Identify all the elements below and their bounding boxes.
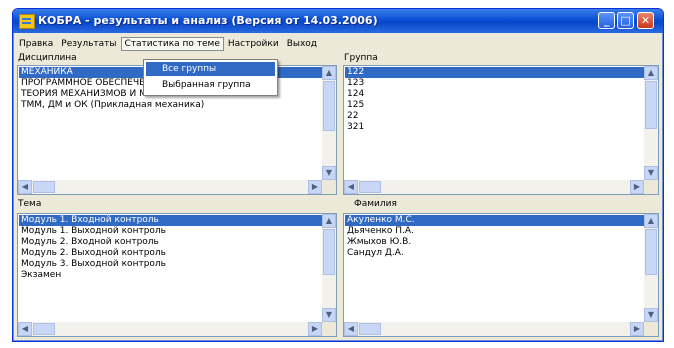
scroll-left-icon[interactable]: ◀ bbox=[344, 180, 358, 194]
list-item[interactable]: 321 bbox=[345, 122, 644, 133]
list-item[interactable]: ТММ, ДМ и ОК (Прикладная механика) bbox=[19, 100, 322, 111]
list-item[interactable]: Модуль 3. Выходной контроль bbox=[19, 259, 322, 270]
list-item[interactable]: 124 bbox=[345, 89, 644, 100]
group-list[interactable]: 122 123 124 125 22 321 ▲ ▼ ◀ ▶ bbox=[343, 65, 659, 195]
scroll-left-icon[interactable]: ◀ bbox=[18, 322, 32, 336]
list-item[interactable]: Модуль 2. Входной контроль bbox=[19, 237, 322, 248]
surname-list[interactable]: Акуленко М.С. Дьяченко П.А. Жмыхов Ю.В. Сан… bbox=[343, 213, 659, 337]
minimize-button[interactable]: _ bbox=[598, 12, 615, 29]
minimize-icon: _ bbox=[603, 14, 610, 27]
scroll-down-icon[interactable]: ▼ bbox=[644, 308, 658, 322]
scroll-corner bbox=[322, 180, 336, 194]
title-bar[interactable]: КОБРА - результаты и анализ (Версия от 1… bbox=[13, 9, 663, 33]
horizontal-scrollbar[interactable]: ◀ ▶ bbox=[344, 322, 644, 336]
scroll-thumb[interactable] bbox=[33, 181, 55, 193]
list-item[interactable]: 22 bbox=[345, 111, 644, 122]
window-title: КОБРА - результаты и анализ (Версия от 1… bbox=[38, 14, 378, 27]
list-item[interactable]: 122 bbox=[345, 67, 644, 78]
surname-label: Фамилия bbox=[354, 199, 397, 209]
vertical-scrollbar[interactable]: ▲ ▼ bbox=[322, 66, 336, 180]
maximize-button[interactable]: □ bbox=[617, 12, 634, 29]
group-label: Группа bbox=[344, 53, 378, 63]
list-item[interactable]: Модуль 1. Выходной контроль bbox=[19, 226, 322, 237]
topic-label: Тема bbox=[18, 199, 42, 209]
scroll-thumb[interactable] bbox=[323, 81, 335, 131]
scroll-thumb[interactable] bbox=[323, 229, 335, 275]
topic-list[interactable]: Модуль 1. Входной контроль Модуль 1. Выхо… bbox=[17, 213, 337, 337]
app-icon bbox=[19, 14, 35, 29]
close-icon: ✕ bbox=[640, 14, 651, 27]
scroll-corner bbox=[644, 322, 658, 336]
list-item[interactable]: Жмыхов Ю.В. bbox=[345, 237, 644, 248]
list-item[interactable]: 125 bbox=[345, 100, 644, 111]
scroll-thumb[interactable] bbox=[33, 323, 55, 335]
scroll-up-icon[interactable]: ▲ bbox=[644, 214, 658, 228]
list-item[interactable]: Акуленко М.С. bbox=[345, 215, 644, 226]
scroll-down-icon[interactable]: ▼ bbox=[322, 166, 336, 180]
scroll-thumb[interactable] bbox=[645, 229, 657, 275]
scroll-left-icon[interactable]: ◀ bbox=[18, 180, 32, 194]
scroll-down-icon[interactable]: ▼ bbox=[644, 166, 658, 180]
menu-results[interactable]: Результаты bbox=[57, 37, 120, 51]
maximize-icon: □ bbox=[620, 14, 631, 27]
menu-item-all-groups[interactable]: Все группы bbox=[146, 62, 275, 76]
horizontal-scrollbar[interactable]: ◀ ▶ bbox=[344, 180, 644, 194]
horizontal-scrollbar[interactable]: ◀ ▶ bbox=[18, 322, 322, 336]
list-item[interactable]: Дьяченко П.А. bbox=[345, 226, 644, 237]
list-item[interactable]: Модуль 2. Выходной контроль bbox=[19, 248, 322, 259]
scroll-up-icon[interactable]: ▲ bbox=[644, 66, 658, 80]
app-window: КОБРА - результаты и анализ (Версия от 1… bbox=[12, 8, 664, 342]
list-item[interactable]: Сандул Д.А. bbox=[345, 248, 644, 259]
scroll-right-icon[interactable]: ▶ bbox=[630, 322, 644, 336]
scroll-corner bbox=[644, 180, 658, 194]
menu-edit[interactable]: Правка bbox=[15, 37, 57, 51]
vertical-scrollbar[interactable]: ▲ ▼ bbox=[644, 214, 658, 322]
vertical-scrollbar[interactable]: ▲ ▼ bbox=[644, 66, 658, 180]
menu-item-selected-group[interactable]: Выбранная группа bbox=[146, 78, 275, 92]
horizontal-scrollbar[interactable]: ◀ ▶ bbox=[18, 180, 322, 194]
scroll-up-icon[interactable]: ▲ bbox=[322, 214, 336, 228]
scroll-thumb[interactable] bbox=[645, 81, 657, 129]
scroll-right-icon[interactable]: ▶ bbox=[630, 180, 644, 194]
list-item[interactable]: Экзамен bbox=[19, 270, 322, 281]
scroll-thumb[interactable] bbox=[359, 323, 381, 335]
list-item[interactable]: Модуль 1. Входной контроль bbox=[19, 215, 322, 226]
scroll-thumb[interactable] bbox=[359, 181, 381, 193]
scroll-right-icon[interactable]: ▶ bbox=[308, 180, 322, 194]
menu-topic-stats[interactable]: Статистика по теме bbox=[120, 36, 224, 51]
scroll-down-icon[interactable]: ▼ bbox=[322, 308, 336, 322]
scroll-left-icon[interactable]: ◀ bbox=[344, 322, 358, 336]
close-button[interactable]: ✕ bbox=[637, 12, 654, 29]
topic-stats-dropdown: Все группы Выбранная группа bbox=[143, 59, 278, 96]
menu-settings[interactable]: Настройки bbox=[224, 37, 283, 51]
vertical-scrollbar[interactable]: ▲ ▼ bbox=[322, 214, 336, 322]
scroll-up-icon[interactable]: ▲ bbox=[322, 66, 336, 80]
menu-exit[interactable]: Выход bbox=[283, 37, 321, 51]
list-item[interactable]: 123 bbox=[345, 78, 644, 89]
scroll-right-icon[interactable]: ▶ bbox=[308, 322, 322, 336]
discipline-label: Дисциплина bbox=[18, 53, 77, 63]
menu-bar: Правка Результаты Статистика по теме Нас… bbox=[15, 35, 661, 52]
scroll-corner bbox=[322, 322, 336, 336]
